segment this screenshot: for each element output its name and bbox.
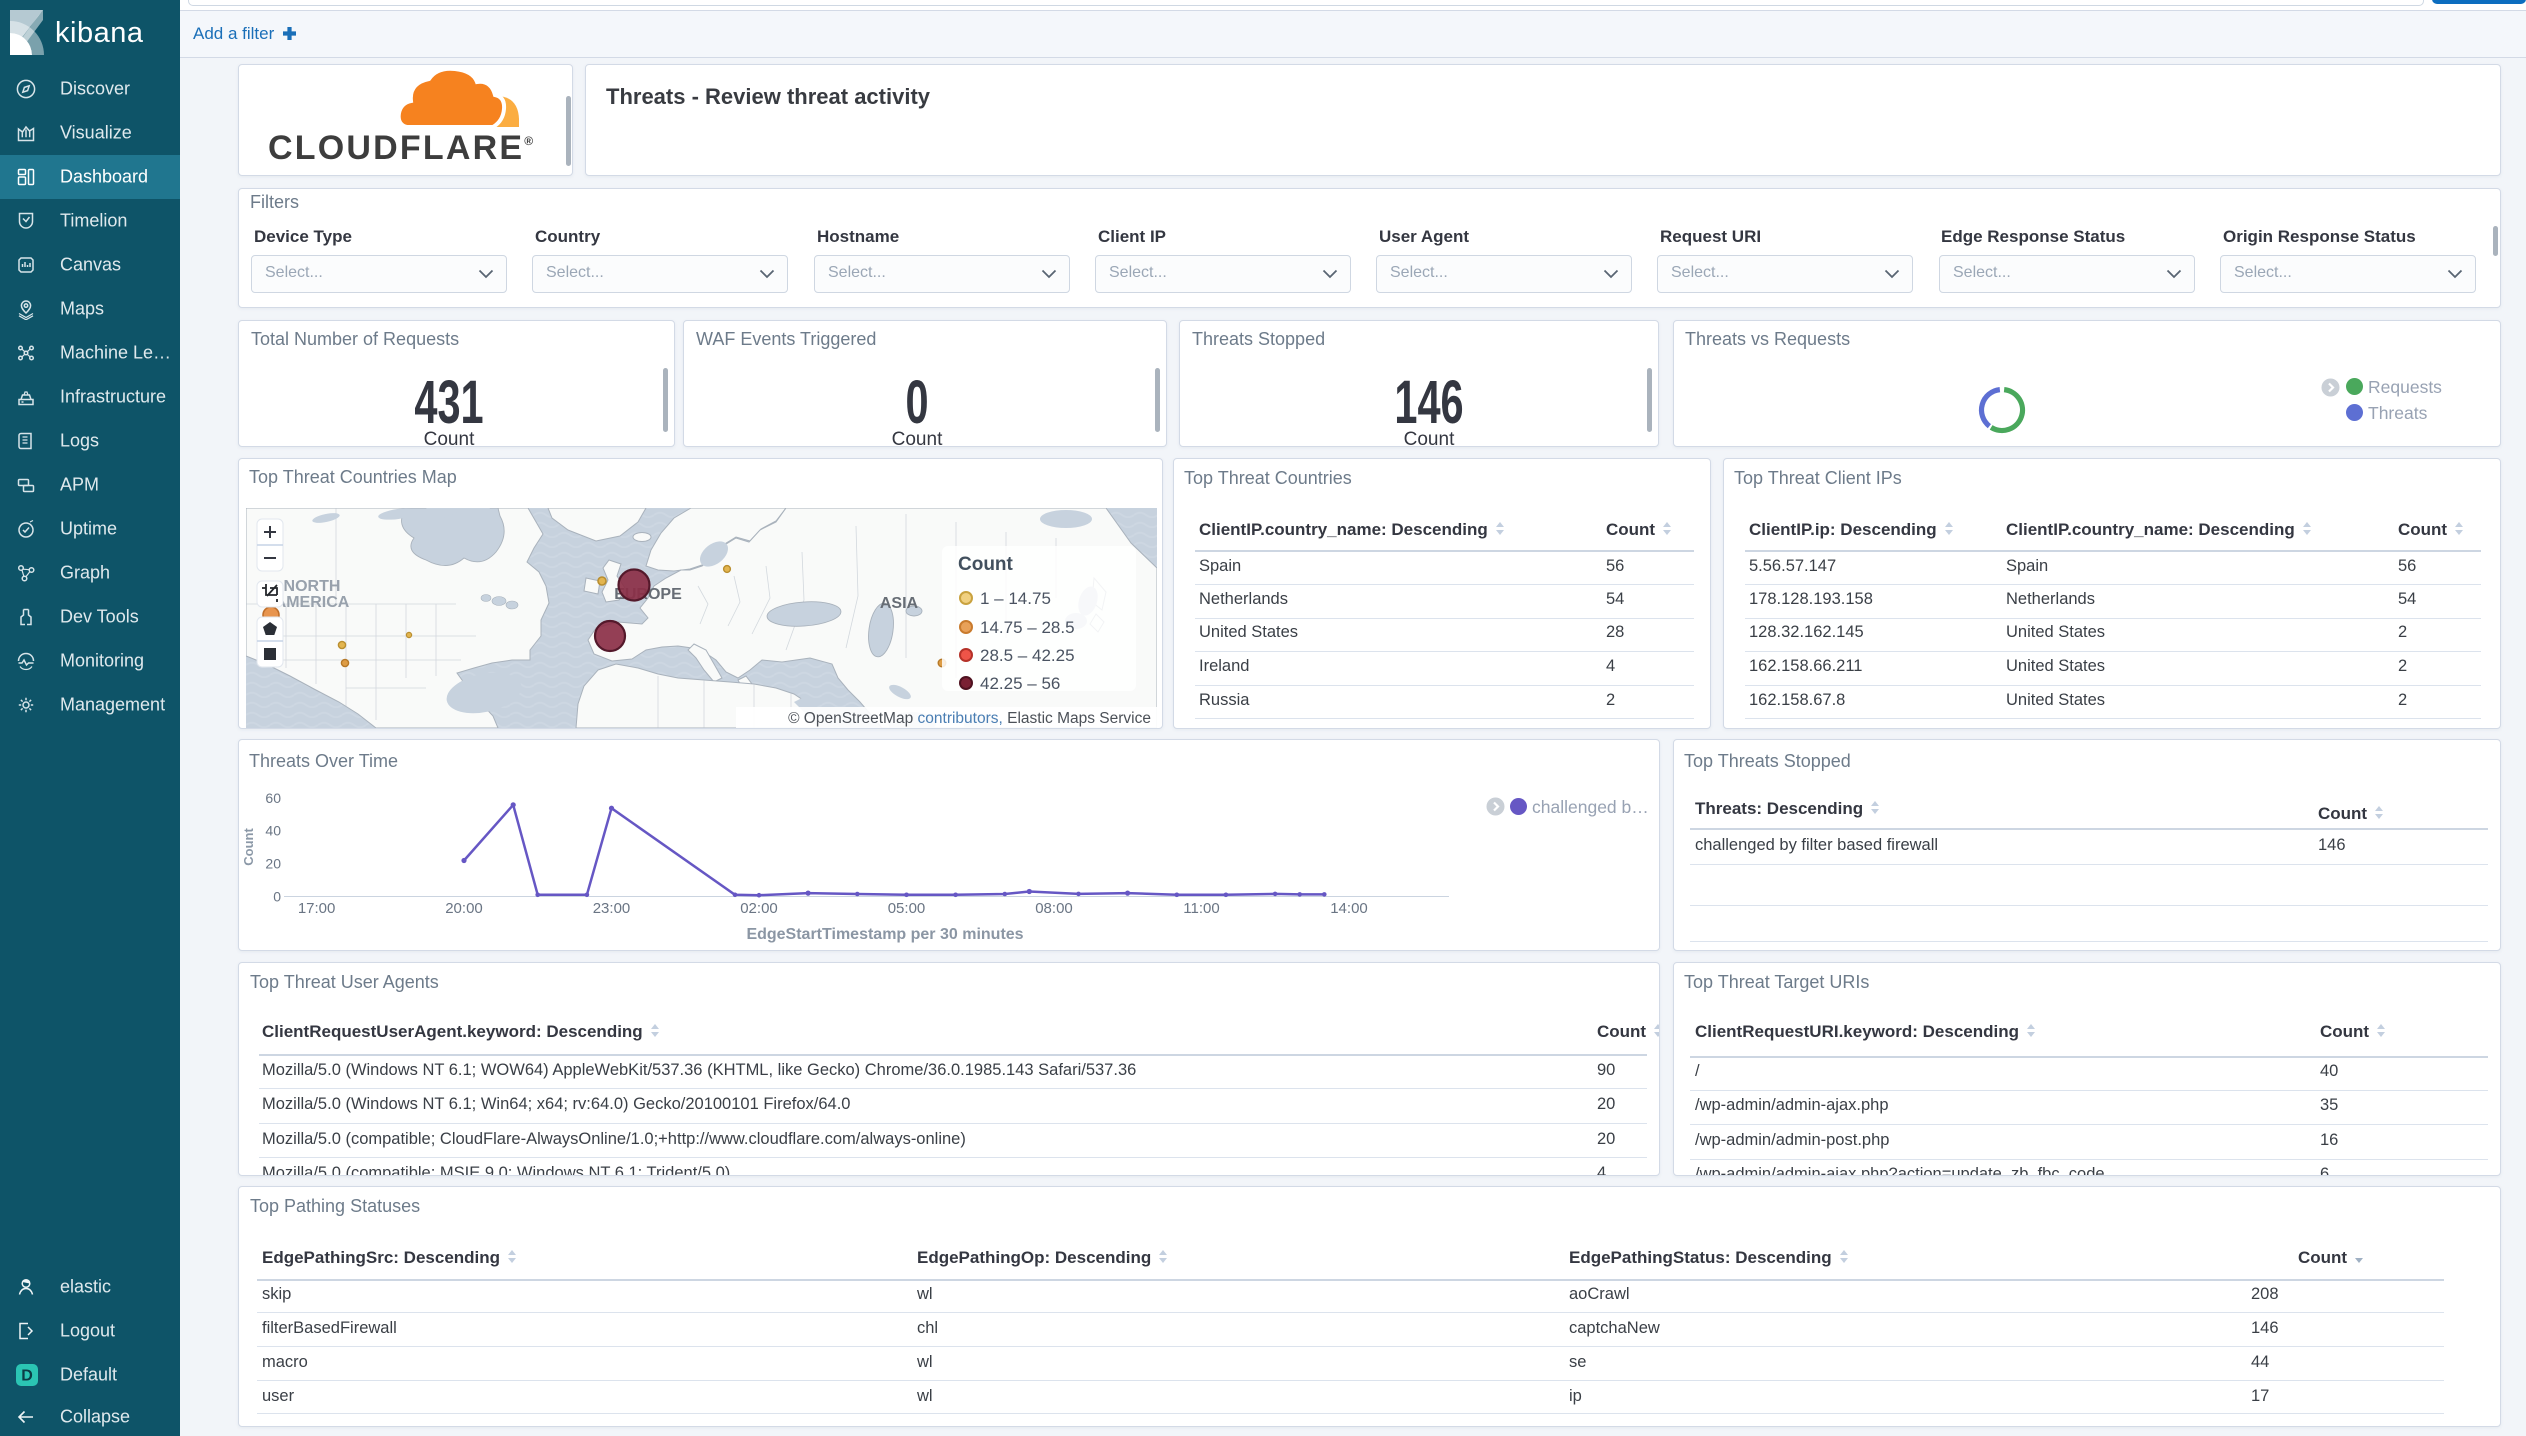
svg-text:D: D	[21, 1368, 33, 1385]
svg-text:0: 0	[273, 888, 281, 904]
svg-text:11:00: 11:00	[1183, 900, 1219, 917]
svg-text:NORTH: NORTH	[284, 578, 341, 595]
svg-text:1 – 14.75: 1 – 14.75	[980, 589, 1051, 608]
svg-text:© OpenStreetMap contributors,: © OpenStreetMap contributors, Elastic Ma…	[788, 710, 1151, 727]
svg-text:Count: Count	[241, 828, 256, 866]
svg-text:23:00: 23:00	[593, 900, 631, 917]
svg-text:ASIA: ASIA	[880, 595, 919, 612]
svg-text:40: 40	[265, 823, 281, 839]
svg-text:42.25 – 56: 42.25 – 56	[980, 674, 1060, 693]
svg-text:60: 60	[265, 790, 281, 806]
svg-text:20:00: 20:00	[445, 900, 483, 917]
svg-text:08:00: 08:00	[1035, 900, 1073, 917]
svg-text:05:00: 05:00	[888, 900, 926, 917]
svg-text:14:00: 14:00	[1330, 900, 1368, 917]
svg-text:EdgeStartTimestamp per 30 minu: EdgeStartTimestamp per 30 minutes	[746, 926, 1023, 943]
svg-text:Count: Count	[958, 554, 1014, 575]
svg-text:02:00: 02:00	[740, 900, 778, 917]
svg-text:14.75 – 28.5: 14.75 – 28.5	[980, 618, 1075, 637]
svg-text:17:00: 17:00	[298, 900, 336, 917]
svg-text:20: 20	[265, 855, 281, 871]
svg-text:28.5 – 42.25: 28.5 – 42.25	[980, 646, 1075, 665]
svg-text:AMERICA: AMERICA	[275, 594, 350, 611]
